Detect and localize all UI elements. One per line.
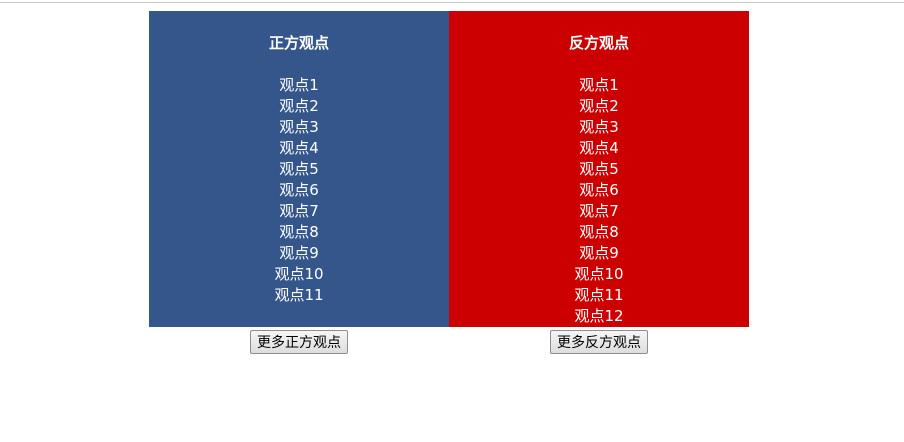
con-panel: 反方观点 观点1 观点2 观点3 观点4 观点5 观点6 观点7 观点8 观点9 观点10 观点11… xyxy=(449,11,749,327)
point-item: 观点4 xyxy=(279,139,319,157)
point-item: 观点6 xyxy=(579,181,619,199)
point-item: 观点9 xyxy=(279,244,319,262)
pro-point-list: 观点1 观点2 观点3 观点4 观点5 观点6 观点7 观点8 观点9 观点10 观点11 xyxy=(149,75,449,306)
point-item: 观点8 xyxy=(579,223,619,241)
point-item: 观点10 xyxy=(574,265,624,283)
pro-title: 正方观点 xyxy=(268,34,329,52)
point-item: 观点12 xyxy=(574,307,624,325)
top-divider xyxy=(0,2,904,3)
point-item: 观点2 xyxy=(579,97,619,115)
point-item: 观点5 xyxy=(279,160,319,178)
point-item: 观点3 xyxy=(279,118,319,136)
point-item: 观点10 xyxy=(274,265,324,283)
pro-panel: 正方观点 观点1 观点2 观点3 观点4 观点5 观点6 观点7 观点8 观点9 观点10 观点11 xyxy=(149,11,449,327)
point-item: 观点8 xyxy=(279,223,319,241)
point-item: 观点6 xyxy=(279,181,319,199)
point-item: 观点1 xyxy=(279,76,319,94)
point-item: 观点9 xyxy=(579,244,619,262)
point-item: 观点4 xyxy=(579,139,619,157)
point-item: 观点11 xyxy=(274,286,324,304)
con-title: 反方观点 xyxy=(568,34,629,52)
more-pro-button[interactable]: 更多正方观点 xyxy=(250,330,348,354)
con-column: 反方观点 观点1 观点2 观点3 观点4 观点5 观点6 观点7 观点8 观点9 观点10 观点11… xyxy=(449,11,749,354)
con-point-list: 观点1 观点2 观点3 观点4 观点5 观点6 观点7 观点8 观点9 观点10 观点11 观点12 xyxy=(449,75,749,327)
debate-board: 正方观点 观点1 观点2 观点3 观点4 观点5 观点6 观点7 观点8 观点9 观点10 观点11… xyxy=(149,11,749,354)
point-item: 观点2 xyxy=(279,97,319,115)
more-con-button[interactable]: 更多反方观点 xyxy=(550,330,648,354)
point-item: 观点5 xyxy=(579,160,619,178)
point-item: 观点3 xyxy=(579,118,619,136)
point-item: 观点7 xyxy=(279,202,319,220)
pro-column: 正方观点 观点1 观点2 观点3 观点4 观点5 观点6 观点7 观点8 观点9 观点10 观点11… xyxy=(149,11,449,354)
point-item: 观点7 xyxy=(579,202,619,220)
point-item: 观点1 xyxy=(579,76,619,94)
point-item: 观点11 xyxy=(574,286,624,304)
